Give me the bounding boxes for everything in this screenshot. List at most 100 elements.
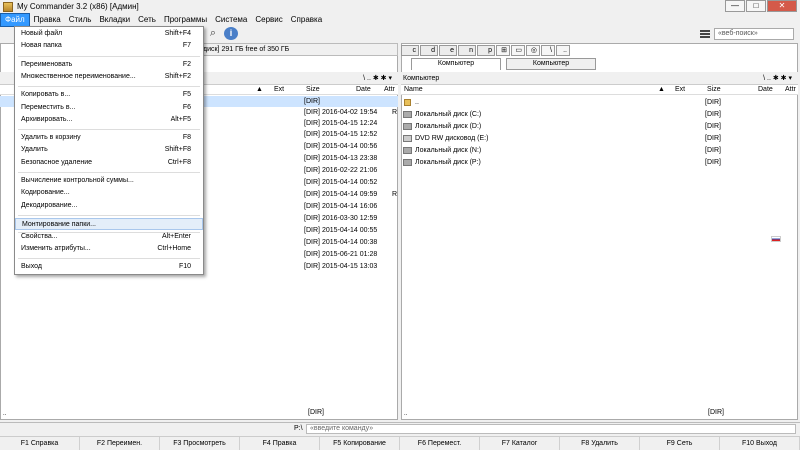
tab-computer-1[interactable]: Компьютер — [411, 58, 501, 70]
right-path-tools[interactable]: \ .. ✱ ✱ ▾ — [763, 72, 792, 85]
list-item[interactable]: Локальный диск (C:) [DIR] — [401, 109, 798, 120]
menu-copy-to[interactable]: Копировать в... F5 — [15, 89, 203, 101]
drive-d-button[interactable]: d — [420, 44, 438, 56]
menu-help[interactable]: Справка — [287, 14, 326, 26]
f2-rename-button[interactable]: F2 Переимен. — [80, 437, 160, 450]
menu-mount-folder[interactable]: Монтирование папки... — [15, 218, 203, 230]
hamburger-menu-icon[interactable] — [700, 29, 710, 38]
menu-service[interactable]: Сервис — [251, 14, 286, 26]
menu-programs[interactable]: Программы — [160, 14, 211, 26]
menu-checksum[interactable]: Вычисление контрольной суммы... — [15, 175, 203, 187]
item-name: .. — [415, 99, 419, 106]
menu-secure-delete[interactable]: Безопасное удаление Ctrl+F8 — [15, 157, 203, 169]
list-item[interactable]: Локальный диск (P:) [DIR] — [401, 157, 798, 168]
network-icon[interactable]: ◎ — [526, 44, 540, 56]
list-item[interactable]: Локальный диск (D:) [DIR] — [401, 121, 798, 132]
f1-help-button[interactable]: F1 Справка — [0, 437, 80, 450]
info-icon[interactable]: i — [224, 27, 238, 40]
col-ext[interactable]: Ext — [675, 85, 685, 95]
f7-mkdir-button[interactable]: F7 Каталог — [480, 437, 560, 450]
row-date: 2015-04-14 00:52 — [322, 179, 378, 186]
network-drive-icon[interactable]: ⊞ — [496, 44, 510, 56]
row-size: [DIR] — [304, 109, 320, 116]
command-input[interactable]: «введите команду» — [306, 424, 796, 434]
col-date[interactable]: Date — [758, 85, 773, 95]
row-date: 2015-04-13 23:38 — [322, 155, 378, 162]
f10-exit-button[interactable]: F10 Выход — [720, 437, 800, 450]
col-size[interactable]: Size — [306, 85, 320, 95]
menu-rename[interactable]: Переименовать F2 — [15, 59, 203, 71]
menu-encode[interactable]: Кодирование... — [15, 187, 203, 199]
menu-item-label: Безопасное удаление — [21, 159, 93, 166]
item-name: Локальный диск (D:) — [415, 123, 482, 130]
f3-view-button[interactable]: F3 Просмотреть — [160, 437, 240, 450]
right-path-text: Компьютер — [403, 75, 440, 82]
row-size: [DIR] — [304, 179, 320, 186]
menu-properties[interactable]: Свойства... Alt+Enter — [15, 231, 203, 243]
tab-computer-2[interactable]: Компьютер — [506, 58, 596, 70]
col-name[interactable]: Name — [404, 85, 423, 95]
col-date[interactable]: Date — [356, 85, 371, 95]
menu-system[interactable]: Система — [211, 14, 251, 26]
f4-edit-button[interactable]: F4 Правка — [240, 437, 320, 450]
col-ext[interactable]: Ext — [274, 85, 284, 95]
folder-icon[interactable]: ▭ — [511, 44, 525, 56]
menu-separator — [18, 86, 200, 87]
menu-multi-rename[interactable]: Множественное переименование... Shift+F2 — [15, 71, 203, 83]
f5-copy-button[interactable]: F5 Копирование — [320, 437, 400, 450]
menu-tabs[interactable]: Вкладки — [95, 14, 134, 26]
menu-item-label: Свойства... — [21, 233, 58, 240]
menu-change-attributes[interactable]: Изменить атрибуты... Ctrl+Home — [15, 243, 203, 255]
web-search-input[interactable]: «веб-поиск» — [714, 27, 794, 40]
menu-new-file[interactable]: Новый файл Shift+F4 — [15, 28, 203, 40]
menu-style[interactable]: Стиль — [65, 14, 96, 26]
language-flag-icon[interactable] — [771, 236, 781, 242]
maximize-button[interactable]: □ — [746, 0, 766, 12]
menu-item-label: Архивировать... — [21, 116, 73, 123]
f8-delete-button[interactable]: F8 Удалить — [560, 437, 640, 450]
list-item[interactable]: .. [DIR] — [401, 97, 798, 108]
left-status-dir: [DIR] — [308, 409, 324, 416]
f9-network-button[interactable]: F9 Сеть — [640, 437, 720, 450]
drive-e-button[interactable]: e — [439, 44, 457, 56]
row-size: [DIR] — [304, 215, 320, 222]
minimize-button[interactable]: — — [725, 0, 745, 12]
item-size: [DIR] — [705, 147, 721, 154]
menu-item-shortcut: F7 — [182, 42, 191, 49]
menu-item-shortcut: F8 — [182, 134, 191, 141]
menu-new-folder[interactable]: Новая папка F7 — [15, 40, 203, 52]
menu-move-to[interactable]: Переместить в... F6 — [15, 102, 203, 114]
menu-item-label: Переименовать — [21, 61, 73, 68]
menu-network[interactable]: Сеть — [134, 14, 160, 26]
menu-exit[interactable]: Выход F10 — [15, 261, 203, 273]
command-prompt: P:\ — [294, 425, 303, 432]
left-drive-info: диск] 291 ГБ free of 350 ГБ — [200, 43, 398, 56]
row-size: [DIR] — [304, 191, 320, 198]
menu-archive[interactable]: Архивировать... Alt+F5 — [15, 114, 203, 126]
binoculars-icon[interactable]: ⌕ — [206, 27, 220, 40]
left-path-tools[interactable]: \ .. ✱ ✱ ▾ — [363, 72, 392, 85]
menu-file[interactable]: Файл — [0, 12, 30, 27]
menu-delete-to-trash[interactable]: Удалить в корзину F8 — [15, 132, 203, 144]
close-button[interactable]: ✕ — [767, 0, 797, 12]
menu-item-shortcut: Shift+F4 — [164, 30, 191, 37]
menu-separator — [18, 172, 200, 173]
f6-move-button[interactable]: F6 Перемест. — [400, 437, 480, 450]
parent-dir-button[interactable]: .. — [556, 44, 570, 56]
drive-n-button[interactable]: n — [458, 44, 476, 56]
menu-edit[interactable]: Правка — [30, 14, 65, 26]
list-item[interactable]: DVD RW дисковод (E:) [DIR] — [401, 133, 798, 144]
drive-p-button[interactable]: p — [477, 44, 495, 56]
row-date: 2015-04-14 00:56 — [322, 143, 378, 150]
col-attr[interactable]: Attr — [785, 85, 796, 95]
menu-delete[interactable]: Удалить Shift+F8 — [15, 144, 203, 156]
row-attr: R — [392, 191, 398, 198]
menu-item-shortcut: F6 — [182, 104, 191, 111]
drive-c-button[interactable]: c — [401, 44, 419, 56]
menu-decode[interactable]: Декодирование... — [15, 200, 203, 212]
col-attr[interactable]: Attr — [384, 85, 395, 95]
list-item[interactable]: Локальный диск (N:) [DIR] — [401, 145, 798, 156]
col-size[interactable]: Size — [707, 85, 721, 95]
root-dir-button[interactable]: \ — [541, 44, 555, 56]
right-status-dir: [DIR] — [708, 409, 724, 416]
